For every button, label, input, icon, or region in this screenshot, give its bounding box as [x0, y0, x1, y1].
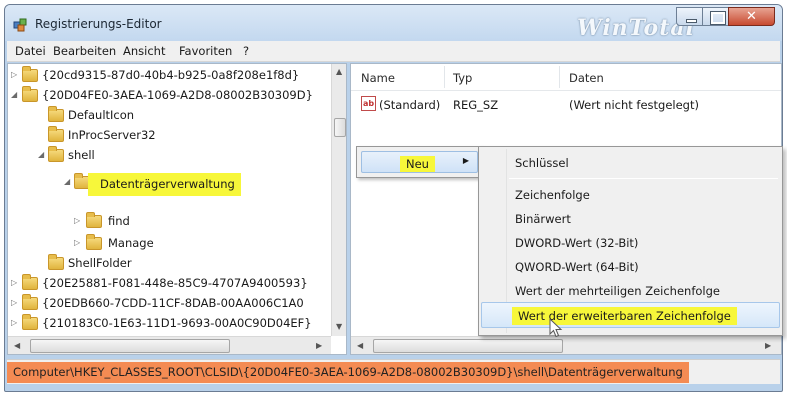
value-data: (Wert nicht festgelegt) — [569, 98, 699, 112]
folder-icon — [86, 212, 102, 228]
expand-arrow-icon[interactable]: ▷ — [74, 238, 80, 247]
folder-icon — [22, 314, 38, 330]
folder-icon — [22, 274, 38, 290]
expand-arrow-icon[interactable]: ▷ — [11, 298, 17, 307]
folder-icon — [48, 254, 64, 270]
tree-item-label: {20E25881-F081-448e-85C9-4707A9400593} — [42, 276, 308, 290]
scroll-right-icon[interactable]: ▶ — [765, 341, 771, 350]
menu-bar: Datei Bearbeiten Ansicht Favoriten ? — [7, 41, 780, 62]
menu-separator — [509, 178, 778, 179]
expand-arrow-icon[interactable]: ▷ — [74, 216, 80, 225]
tree-item-label: {20D04FE0-3AEA-1069-A2D8-08002B30309D} — [42, 88, 313, 102]
minimize-button[interactable] — [676, 7, 703, 26]
tree-item-label: {20cd9315-87d0-40b4-b925-0a8f208e1f8d} — [42, 68, 300, 82]
submenu-item-multi-string[interactable]: Wert der mehrteiligen Zeichenfolge — [515, 284, 720, 298]
key-tree[interactable]: ▷ {20cd9315-87d0-40b4-b925-0a8f208e1f8d}… — [7, 63, 347, 355]
registry-editor-icon — [13, 18, 27, 32]
column-header-type[interactable]: Typ — [453, 71, 472, 85]
tree-horizontal-scrollbar[interactable]: ◀ ▶ — [8, 336, 331, 354]
status-key-path: Computer\HKEY_CLASSES_ROOT\CLSID\{20D04F… — [7, 362, 689, 383]
folder-icon — [22, 294, 38, 310]
scroll-right-icon[interactable]: ▶ — [316, 341, 322, 350]
close-button[interactable]: ✕ — [728, 7, 775, 26]
submenu-item-hover[interactable]: Wert der erweiterbaren Zeichenfolge — [481, 302, 780, 328]
scroll-thumb[interactable] — [334, 118, 346, 137]
tree-item-label: Datenträgerverwaltung — [88, 173, 241, 196]
folder-icon — [86, 234, 102, 250]
expand-arrow-icon[interactable]: ▷ — [11, 278, 17, 287]
maximize-button[interactable] — [702, 7, 729, 26]
menu-bearbeiten[interactable]: Bearbeiten — [53, 44, 116, 58]
scroll-thumb[interactable] — [373, 339, 563, 353]
collapse-arrow-icon[interactable]: ◢ — [11, 90, 17, 99]
folder-icon — [22, 66, 38, 82]
column-header-name[interactable]: Name — [361, 71, 395, 85]
tree-item-label: Manage — [108, 236, 154, 250]
column-header-data[interactable]: Daten — [569, 71, 604, 85]
column-divider[interactable] — [444, 66, 445, 88]
window-title: Registrierungs-Editor — [35, 17, 162, 31]
menu-datei[interactable]: Datei — [15, 44, 46, 58]
folder-icon — [48, 106, 64, 122]
menu-favoriten[interactable]: Favoriten — [179, 44, 232, 58]
collapse-arrow-icon[interactable]: ◢ — [38, 150, 44, 159]
tree-item-label: find — [108, 214, 130, 228]
folder-icon — [22, 86, 38, 102]
new-submenu: Schlüssel Zeichenfolge Binärwert DWORD-W… — [478, 146, 783, 336]
scroll-thumb[interactable] — [30, 339, 230, 353]
tree-item-label: {210183C0-1E63-11D1-9693-00A0C90D04EF} — [42, 316, 312, 330]
header-divider — [351, 90, 781, 91]
scroll-left-icon[interactable]: ◀ — [14, 341, 20, 350]
tree-item-label: DefaultIcon — [68, 108, 135, 122]
value-type: REG_SZ — [453, 98, 499, 112]
menu-ansicht[interactable]: Ansicht — [123, 44, 165, 58]
expand-arrow-icon[interactable]: ▷ — [11, 318, 17, 327]
submenu-item-key[interactable]: Schlüssel — [515, 156, 569, 170]
expand-arrow-icon[interactable]: ▷ — [11, 70, 17, 79]
tree-vertical-scrollbar[interactable]: ▲ ▼ — [331, 64, 346, 336]
scroll-up-icon[interactable]: ▲ — [336, 67, 342, 76]
tree-item-label: InProcServer32 — [68, 128, 156, 142]
submenu-item-binary[interactable]: Binärwert — [515, 212, 571, 226]
tree-item-label: shell — [68, 148, 95, 162]
status-bar: Computer\HKEY_CLASSES_ROOT\CLSID\{20D04F… — [7, 359, 780, 384]
submenu-arrow-icon: ▶ — [462, 156, 469, 165]
value-name: (Standard) — [379, 98, 441, 112]
folder-icon — [48, 146, 64, 162]
submenu-item-dword[interactable]: DWORD-Wert (32-Bit) — [515, 236, 638, 250]
tree-item-label: ShellFolder — [68, 256, 132, 270]
collapse-arrow-icon[interactable]: ◢ — [64, 177, 70, 186]
folder-icon — [48, 126, 64, 142]
close-icon: ✕ — [746, 9, 757, 24]
submenu-item-expandable-string[interactable]: Wert der erweiterbaren Zeichenfolge — [512, 307, 737, 325]
menu-help[interactable]: ? — [243, 44, 249, 58]
context-menu: Neu ▶ — [356, 146, 483, 178]
scroll-left-icon[interactable]: ◀ — [357, 341, 363, 350]
menu-item-new[interactable]: Neu ▶ — [361, 151, 478, 173]
submenu-item-qword[interactable]: QWORD-Wert (64-Bit) — [515, 260, 639, 274]
menu-item-new-label: Neu — [400, 156, 435, 172]
tree-item-label: {20EDB660-7CDD-11CF-8DAB-00AA006C1A0 — [42, 296, 304, 310]
list-horizontal-scrollbar[interactable]: ◀ ▶ — [351, 336, 781, 354]
string-value-icon: ab — [361, 96, 376, 111]
mouse-cursor-icon — [549, 318, 563, 338]
scroll-down-icon[interactable]: ▼ — [336, 322, 342, 331]
title-bar[interactable]: Registrierungs-Editor WinTotal ✕ — [5, 5, 782, 41]
column-divider[interactable] — [559, 66, 560, 88]
submenu-item-string[interactable]: Zeichenfolge — [515, 188, 590, 202]
